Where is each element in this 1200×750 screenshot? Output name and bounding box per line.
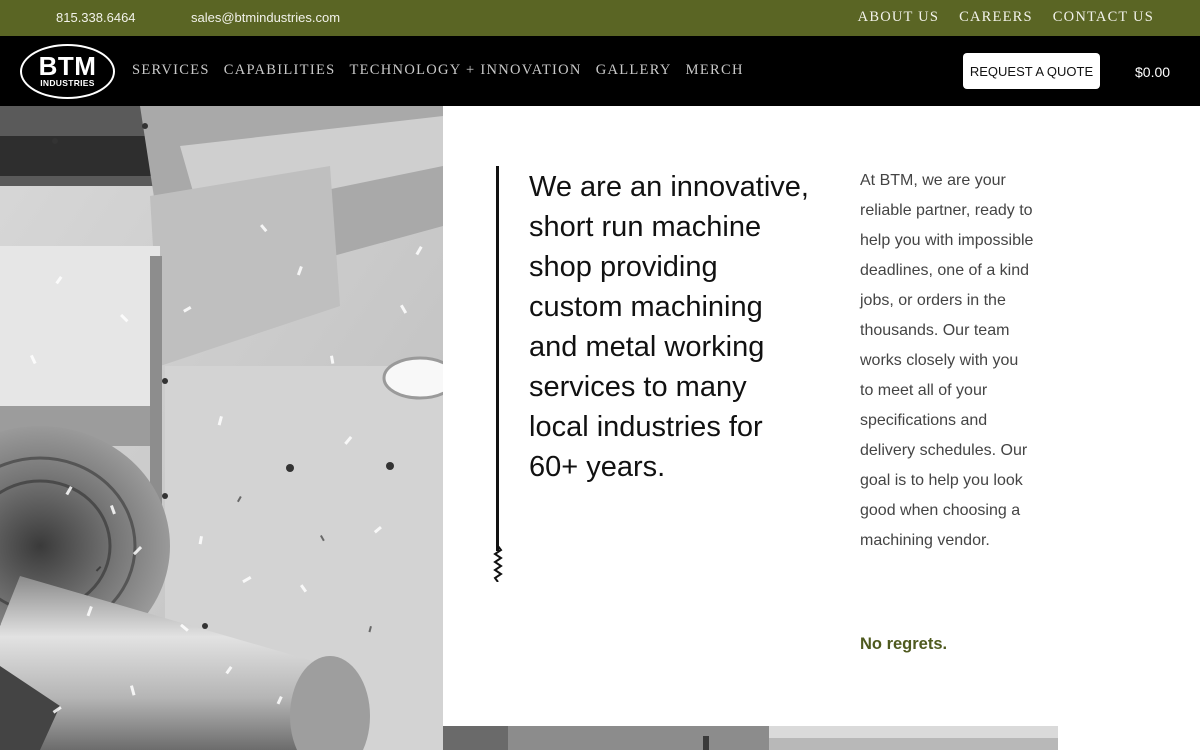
- contact-us-link[interactable]: CONTACT US: [1053, 9, 1154, 26]
- email-link[interactable]: sales@btmindustries.com: [191, 10, 340, 25]
- hero-headline: We are an innovative, short run machine …: [529, 171, 809, 483]
- top-links: ABOUT US CAREERS CONTACT US: [858, 9, 1154, 26]
- request-quote-button[interactable]: REQUEST A QUOTE: [963, 53, 1100, 89]
- nav-item-gallery[interactable]: GALLERY: [596, 62, 672, 79]
- cart-total[interactable]: $0.00: [1135, 64, 1170, 80]
- intro-panel: We are an innovative, short run machine …: [443, 106, 1058, 726]
- logo-wordmark: BTM: [38, 51, 97, 81]
- hero-machining-photo: [0, 106, 443, 750]
- nav-item-merch[interactable]: MERCH: [686, 62, 744, 79]
- intro-paragraph: At BTM, we are your reliable partner, re…: [860, 172, 1034, 549]
- btm-logo[interactable]: BTM INDUSTRIES: [20, 44, 115, 99]
- top-bar: 815.338.6464 sales@btmindustries.com ABO…: [0, 0, 1200, 36]
- machining-photo-illustration: [0, 106, 443, 750]
- squiggle-ornament-icon: [493, 546, 503, 582]
- primary-nav: SERVICES CAPABILITIES TECHNOLOGY + INNOV…: [132, 62, 744, 79]
- decorative-vertical-line: [496, 166, 499, 551]
- careers-link[interactable]: CAREERS: [959, 9, 1033, 26]
- next-section-photo-strip: [443, 726, 1058, 750]
- nav-item-capabilities[interactable]: CAPABILITIES: [224, 62, 336, 79]
- tagline: No regrets.: [860, 635, 948, 653]
- phone-link[interactable]: 815.338.6464: [56, 10, 136, 25]
- nav-item-services[interactable]: SERVICES: [132, 62, 210, 79]
- nav-item-technology[interactable]: TECHNOLOGY + INNOVATION: [349, 62, 581, 79]
- main-nav-bar: BTM INDUSTRIES SERVICES CAPABILITIES TEC…: [0, 36, 1200, 106]
- about-us-link[interactable]: ABOUT US: [858, 9, 939, 26]
- logo-subtext: INDUSTRIES: [40, 78, 95, 88]
- right-gutter: [1058, 106, 1200, 750]
- next-section-preview: [443, 726, 1058, 750]
